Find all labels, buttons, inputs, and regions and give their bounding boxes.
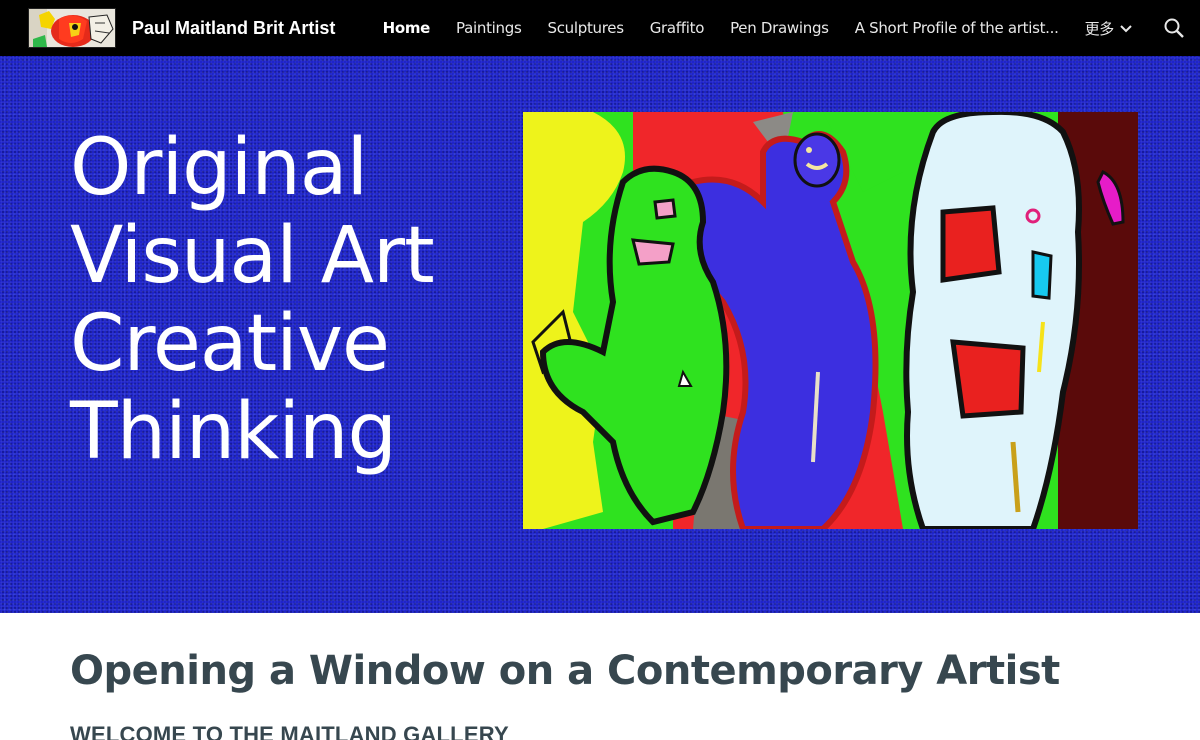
hero-heading-line: Thinking bbox=[70, 387, 397, 477]
section-heading: Opening a Window on a Contemporary Artis… bbox=[70, 648, 1060, 694]
nav-item-graffito[interactable]: Graffito bbox=[650, 19, 705, 37]
main-nav: Home Paintings Sculptures Graffito Pen D… bbox=[383, 0, 1134, 56]
nav-item-sculptures[interactable]: Sculptures bbox=[547, 19, 624, 37]
nav-item-pen-drawings[interactable]: Pen Drawings bbox=[730, 19, 829, 37]
hero-heading-line: Creative bbox=[70, 299, 390, 389]
abstract-painting-image bbox=[523, 112, 1138, 529]
hero-heading: Original Visual Art Creative Thinking bbox=[70, 124, 500, 476]
search-button[interactable] bbox=[1162, 16, 1186, 40]
site-title[interactable]: Paul Maitland Brit Artist bbox=[132, 0, 335, 56]
top-navigation-bar: Paul Maitland Brit Artist Home Paintings… bbox=[0, 0, 1200, 56]
nav-more-menu[interactable]: 更多 bbox=[1085, 18, 1134, 39]
welcome-text: WELCOME TO THE MAITLAND GALLERY bbox=[70, 722, 509, 740]
nav-item-paintings[interactable]: Paintings bbox=[456, 19, 522, 37]
nav-item-profile[interactable]: A Short Profile of the artist... bbox=[855, 19, 1059, 37]
search-icon bbox=[1164, 18, 1184, 38]
hero-artwork bbox=[523, 112, 1138, 529]
site-logo[interactable] bbox=[28, 8, 116, 48]
hero-heading-line: Visual Art bbox=[70, 211, 435, 301]
hero-banner: Original Visual Art Creative Thinking bbox=[0, 56, 1200, 613]
chevron-down-icon bbox=[1120, 25, 1132, 33]
nav-item-home[interactable]: Home bbox=[383, 19, 431, 37]
nav-more-label: 更多 bbox=[1084, 19, 1115, 38]
logo-painting-image bbox=[29, 9, 115, 47]
hero-heading-line: Original bbox=[70, 123, 368, 213]
